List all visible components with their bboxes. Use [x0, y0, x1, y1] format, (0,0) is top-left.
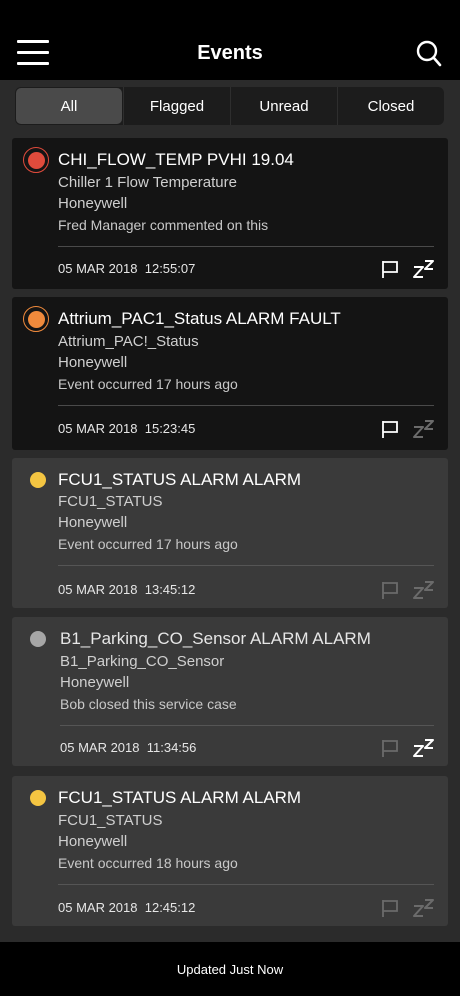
severity-indicator-icon	[23, 306, 49, 332]
event-point: FCU1_STATUS	[58, 812, 163, 829]
snooze-icon[interactable]	[412, 417, 436, 439]
divider	[58, 405, 434, 406]
event-name: CHI_FLOW_TEMP PVHI 19.04	[58, 150, 294, 169]
update-status: Updated Just Now	[176, 961, 284, 977]
event-note: Bob closed this service case	[60, 696, 237, 712]
event-timestamp: 05 MAR 2018 15:23:45	[58, 421, 196, 436]
event-card[interactable]: B1_Parking_CO_Sensor ALARM ALARM B1_Park…	[12, 617, 448, 766]
filter-tabs: All Flagged Unread Closed	[15, 87, 444, 125]
snooze-icon[interactable]	[412, 896, 436, 918]
event-card[interactable]: FCU1_STATUS ALARM ALARM FCU1_STATUS Hone…	[12, 458, 448, 608]
tab-unread[interactable]: Unread	[230, 87, 337, 125]
event-note: Fred Manager commented on this	[58, 217, 269, 233]
event-timestamp: 05 MAR 2018 11:34:56	[60, 740, 197, 755]
divider	[58, 565, 434, 566]
event-source: Honeywell	[60, 674, 130, 691]
event-point: FCU1_STATUS	[58, 493, 163, 510]
snooze-icon[interactable]	[412, 736, 436, 758]
status-footer: Updated Just Now	[0, 942, 460, 996]
top-app-bar: Events	[0, 0, 460, 80]
search-icon[interactable]	[416, 40, 442, 68]
severity-indicator-icon	[30, 631, 46, 647]
event-timestamp: 05 MAR 2018 12:45:12	[58, 900, 196, 915]
event-note: Event occurred 17 hours ago	[58, 536, 238, 552]
event-note: Event occurred 18 hours ago	[58, 855, 238, 871]
event-source: Honeywell	[58, 354, 128, 371]
event-point: Attrium_PAC!_Status	[58, 333, 199, 350]
divider	[58, 246, 434, 247]
event-timestamp: 05 MAR 2018 13:45:12	[58, 582, 196, 597]
flag-icon[interactable]	[380, 580, 400, 600]
divider	[58, 884, 434, 885]
flag-icon[interactable]	[380, 419, 400, 439]
divider	[60, 725, 434, 726]
event-point: B1_Parking_CO_Sensor	[60, 653, 225, 670]
event-name: FCU1_STATUS ALARM ALARM	[58, 788, 302, 807]
flag-icon[interactable]	[380, 898, 400, 918]
event-card[interactable]: Attrium_PAC1_Status ALARM FAULT Attrium_…	[12, 297, 448, 450]
event-card[interactable]: FCU1_STATUS ALARM ALARM FCU1_STATUS Hone…	[12, 776, 448, 926]
event-name: Attrium_PAC1_Status ALARM FAULT	[58, 309, 341, 328]
event-name: B1_Parking_CO_Sensor ALARM ALARM	[60, 629, 371, 648]
flag-icon[interactable]	[380, 738, 400, 758]
tab-closed[interactable]: Closed	[337, 87, 444, 125]
severity-indicator-icon	[23, 147, 49, 173]
severity-indicator-icon	[30, 790, 46, 806]
event-source: Honeywell	[58, 195, 128, 212]
event-name: FCU1_STATUS ALARM ALARM	[58, 470, 302, 489]
flag-icon[interactable]	[380, 259, 400, 279]
tab-flagged[interactable]: Flagged	[123, 87, 230, 125]
event-source: Honeywell	[58, 514, 128, 531]
event-source: Honeywell	[58, 833, 128, 850]
snooze-icon[interactable]	[412, 257, 436, 279]
snooze-icon[interactable]	[412, 578, 436, 600]
event-timestamp: 05 MAR 2018 12:55:07	[58, 261, 196, 276]
severity-indicator-icon	[30, 472, 46, 488]
page-title: Events	[197, 42, 263, 64]
event-card[interactable]: CHI_FLOW_TEMP PVHI 19.04 Chiller 1 Flow …	[12, 138, 448, 289]
event-point: Chiller 1 Flow Temperature	[58, 174, 237, 191]
tab-all[interactable]: All	[16, 88, 122, 124]
event-note: Event occurred 17 hours ago	[58, 376, 238, 392]
